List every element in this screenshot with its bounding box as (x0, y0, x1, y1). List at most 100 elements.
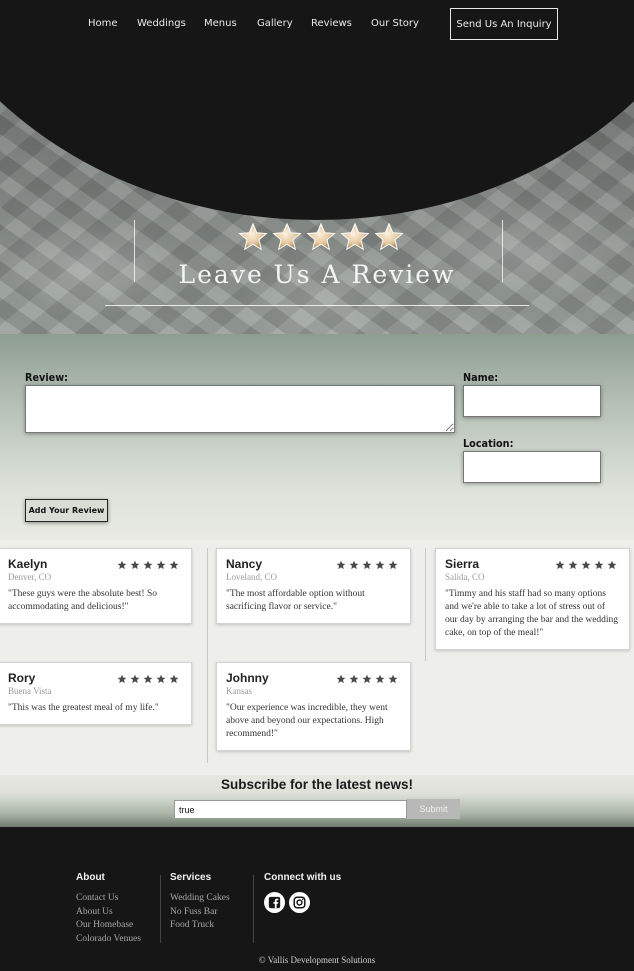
review-card: Kaelyn Denver, CO "These guys were the a… (0, 548, 192, 624)
instagram-icon[interactable] (289, 892, 310, 913)
inquiry-button[interactable]: Send Us An Inquiry (450, 8, 558, 40)
nav-weddings[interactable]: Weddings (137, 18, 186, 29)
footer-connect: Connect with us (264, 872, 341, 913)
footer-divider (160, 875, 161, 943)
star-icon (336, 560, 346, 570)
nav-our-story[interactable]: Our Story (371, 18, 419, 29)
column-divider (207, 548, 208, 763)
star-icon (568, 560, 578, 570)
review-stars (336, 560, 398, 570)
star-icon (169, 560, 179, 570)
hero-arc (0, 60, 634, 220)
footer: About Contact Us About Us Our Homebase C… (0, 827, 634, 971)
star-icon (238, 222, 268, 251)
review-card: Sierra Salida, CO "Timmy and his staff h… (435, 548, 630, 650)
review-card: Nancy Loveland, CO "The most affordable … (216, 548, 411, 624)
footer-link-venues[interactable]: Colorado Venues (76, 933, 141, 947)
star-icon (306, 222, 336, 251)
location-field-wrap (463, 451, 601, 483)
reviewer-location: Kansas (226, 686, 252, 696)
star-icon (130, 560, 140, 570)
top-navigation: Home Weddings Menus Gallery Reviews Our … (0, 0, 634, 68)
subscribe-section: Subscribe for the latest news! true Subm… (0, 775, 634, 827)
footer-services: Services Wedding Cakes No Fuss Bar Food … (170, 872, 230, 933)
review-stars (117, 674, 179, 684)
reviewer-location: Loveland, CO (226, 572, 277, 582)
hero-underline (105, 305, 529, 306)
reviews-section: Kaelyn Denver, CO "These guys were the a… (0, 540, 634, 775)
star-icon (143, 560, 153, 570)
name-field-wrap (463, 385, 601, 417)
star-icon (156, 560, 166, 570)
star-icon (272, 222, 302, 251)
star-icon (117, 674, 127, 684)
name-label: Name: (463, 371, 499, 384)
review-text: "The most affordable option without sacr… (226, 589, 365, 612)
star-icon (581, 560, 591, 570)
star-icon (169, 674, 179, 684)
footer-link-wedding-cakes[interactable]: Wedding Cakes (170, 892, 230, 906)
star-icon (555, 560, 565, 570)
subscribe-heading: Subscribe for the latest news! (220, 777, 414, 792)
star-icon (375, 560, 385, 570)
email-input[interactable]: true (174, 800, 407, 819)
star-icon (349, 674, 359, 684)
footer-link-bar[interactable]: No Fuss Bar (170, 906, 230, 920)
star-icon (362, 674, 372, 684)
footer-services-heading: Services (170, 872, 212, 883)
star-icon (374, 222, 404, 251)
review-text: "These guys were the absolute best! So a… (8, 589, 157, 612)
review-stars (117, 560, 179, 570)
review-textarea[interactable] (26, 386, 454, 432)
review-stars (336, 674, 398, 684)
nav-home[interactable]: Home (88, 18, 118, 29)
review-form: Review: Name: Location: Add Your Review (0, 334, 634, 540)
star-icon (362, 560, 372, 570)
footer-about: About Contact Us About Us Our Homebase C… (76, 872, 141, 947)
star-icon (349, 560, 359, 570)
star-icon (340, 222, 370, 251)
footer-connect-heading: Connect with us (264, 872, 342, 883)
star-icon (388, 560, 398, 570)
footer-link-food-truck[interactable]: Food Truck (170, 919, 230, 933)
review-label: Review: (25, 371, 69, 384)
facebook-icon[interactable] (264, 892, 285, 913)
star-icon (117, 560, 127, 570)
nav-gallery[interactable]: Gallery (257, 18, 293, 29)
review-stars (555, 560, 617, 570)
social-links (264, 892, 341, 913)
name-input[interactable] (464, 386, 600, 416)
footer-link-about-us[interactable]: About Us (76, 906, 141, 920)
column-divider (425, 548, 426, 661)
star-icon (607, 560, 617, 570)
subscribe-submit-button[interactable]: Submit (407, 799, 460, 819)
nav-reviews[interactable]: Reviews (311, 18, 352, 29)
review-card: Rory Buena Vista "This was the greatest … (0, 662, 192, 725)
copyright: © Vallis Development Solutions (258, 955, 376, 965)
footer-about-heading: About (76, 872, 105, 883)
add-review-button[interactable]: Add Your Review (25, 499, 108, 522)
footer-divider (253, 875, 254, 943)
reviewer-location: Salida, CO (445, 572, 485, 582)
star-icon (594, 560, 604, 570)
hero-rating-stars (238, 222, 404, 252)
review-text: "This was the greatest meal of my life." (8, 703, 159, 713)
review-text: "Timmy and his staff had so many options… (445, 589, 619, 638)
location-label: Location: (463, 437, 514, 450)
star-icon (336, 674, 346, 684)
star-icon (156, 674, 166, 684)
star-icon (130, 674, 140, 684)
location-input[interactable] (464, 452, 600, 482)
review-card: Johnny Kansas "Our experience was incred… (216, 662, 411, 751)
nav-menus[interactable]: Menus (204, 18, 237, 29)
footer-link-contact-us[interactable]: Contact Us (76, 892, 141, 906)
reviewer-location: Denver, CO (8, 572, 52, 582)
hero-banner: Leave Us A Review (0, 60, 634, 334)
star-icon (388, 674, 398, 684)
star-icon (375, 674, 385, 684)
page-title: Leave Us A Review (178, 260, 456, 289)
reviewer-location: Buena Vista (8, 686, 52, 696)
review-textarea-wrap (25, 385, 455, 433)
review-text: "Our experience was incredible, they wen… (226, 703, 388, 739)
footer-link-homebase[interactable]: Our Homebase (76, 919, 141, 933)
